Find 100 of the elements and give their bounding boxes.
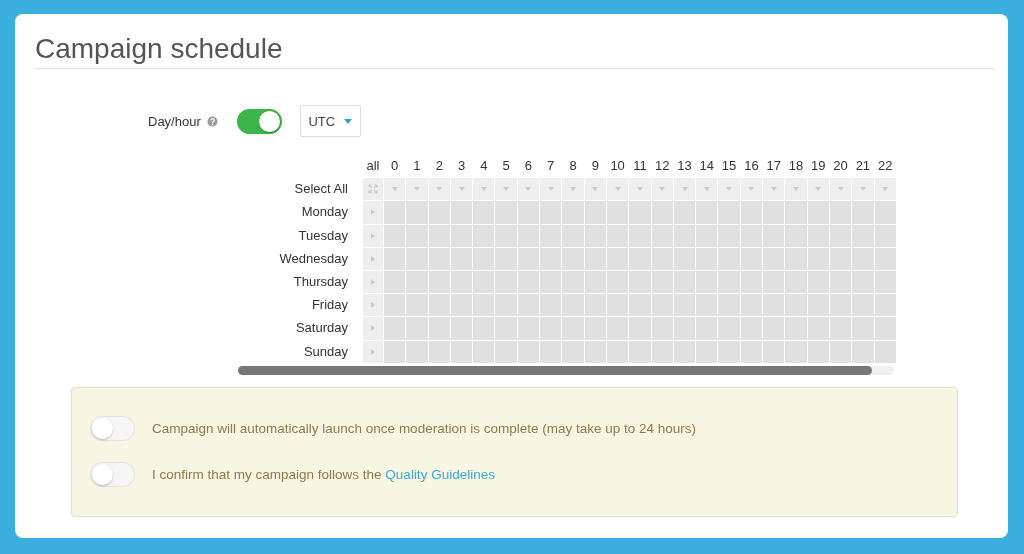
hour-cell[interactable]	[584, 247, 606, 270]
hour-cell[interactable]	[718, 317, 740, 340]
column-select-button[interactable]	[562, 178, 584, 201]
column-select-button[interactable]	[651, 178, 673, 201]
hour-cell[interactable]	[763, 247, 785, 270]
day-hour-toggle[interactable]	[236, 108, 282, 134]
hour-cell[interactable]	[384, 270, 406, 294]
hour-cell[interactable]	[651, 340, 673, 363]
help-icon[interactable]	[206, 115, 218, 127]
column-select-button[interactable]	[740, 178, 763, 201]
hour-cell[interactable]	[517, 224, 540, 247]
hour-cell[interactable]	[606, 294, 629, 317]
hour-cell[interactable]	[540, 340, 562, 363]
hour-cell[interactable]	[606, 340, 629, 363]
hour-cell[interactable]	[495, 247, 517, 270]
toggle-switch[interactable]	[90, 415, 135, 441]
hour-cell[interactable]	[651, 247, 673, 270]
column-select-button[interactable]	[852, 178, 874, 201]
hour-cell[interactable]	[718, 224, 740, 247]
hour-cell[interactable]	[495, 317, 517, 340]
hour-cell[interactable]	[829, 201, 852, 224]
hour-cell[interactable]	[406, 247, 428, 270]
hour-cell[interactable]	[450, 224, 473, 247]
hour-cell[interactable]	[651, 201, 673, 224]
column-select-button[interactable]	[785, 178, 807, 201]
hour-cell[interactable]	[807, 294, 829, 317]
hour-cell[interactable]	[673, 224, 696, 247]
hour-cell[interactable]	[629, 201, 651, 224]
hour-cell[interactable]	[562, 317, 584, 340]
hour-cell[interactable]	[852, 247, 874, 270]
hour-cell[interactable]	[829, 270, 852, 294]
hour-cell[interactable]	[562, 224, 584, 247]
hour-cell[interactable]	[562, 340, 584, 363]
hour-cell[interactable]	[450, 247, 473, 270]
hour-cell[interactable]	[584, 294, 606, 317]
column-select-button[interactable]	[829, 178, 852, 201]
column-select-button[interactable]	[384, 178, 406, 201]
hour-cell[interactable]	[829, 294, 852, 317]
hour-cell[interactable]	[696, 247, 718, 270]
hour-cell[interactable]	[406, 294, 428, 317]
hour-cell[interactable]	[651, 270, 673, 294]
hour-cell[interactable]	[540, 224, 562, 247]
hour-cell[interactable]	[450, 317, 473, 340]
hour-cell[interactable]	[540, 294, 562, 317]
hour-cell[interactable]	[740, 247, 763, 270]
hour-cell[interactable]	[428, 201, 450, 224]
hour-cell[interactable]	[384, 247, 406, 270]
hour-cell[interactable]	[584, 270, 606, 294]
hour-cell[interactable]	[673, 294, 696, 317]
hour-cell[interactable]	[785, 294, 807, 317]
hour-cell[interactable]	[852, 270, 874, 294]
hour-cell[interactable]	[740, 224, 763, 247]
hour-cell[interactable]	[829, 317, 852, 340]
hour-cell[interactable]	[874, 247, 896, 270]
row-select-button[interactable]	[363, 317, 383, 340]
hour-cell[interactable]	[606, 201, 629, 224]
column-select-button[interactable]	[874, 178, 896, 201]
timezone-dropdown[interactable]: UTC	[299, 105, 361, 137]
hour-cell[interactable]	[740, 317, 763, 340]
hour-cell[interactable]	[852, 201, 874, 224]
hour-cell[interactable]	[718, 270, 740, 294]
hour-cell[interactable]	[606, 247, 629, 270]
column-select-button[interactable]	[763, 178, 785, 201]
hour-cell[interactable]	[629, 340, 651, 363]
hour-cell[interactable]	[629, 224, 651, 247]
hour-cell[interactable]	[874, 224, 896, 247]
hour-cell[interactable]	[450, 201, 473, 224]
hour-cell[interactable]	[495, 294, 517, 317]
hour-cell[interactable]	[874, 270, 896, 294]
column-select-button[interactable]	[495, 178, 517, 201]
row-select-button[interactable]	[363, 270, 383, 294]
row-select-button[interactable]	[363, 247, 383, 270]
column-select-button[interactable]	[629, 178, 651, 201]
hour-cell[interactable]	[651, 224, 673, 247]
hour-cell[interactable]	[428, 270, 450, 294]
hour-cell[interactable]	[852, 294, 874, 317]
hour-cell[interactable]	[428, 247, 450, 270]
hour-cell[interactable]	[785, 247, 807, 270]
hour-cell[interactable]	[540, 270, 562, 294]
hour-cell[interactable]	[629, 317, 651, 340]
hour-cell[interactable]	[562, 201, 584, 224]
column-select-button[interactable]	[696, 178, 718, 201]
hour-cell[interactable]	[740, 201, 763, 224]
hour-cell[interactable]	[517, 294, 540, 317]
hour-cell[interactable]	[629, 247, 651, 270]
hour-cell[interactable]	[807, 201, 829, 224]
hour-cell[interactable]	[829, 247, 852, 270]
column-select-button[interactable]	[718, 178, 740, 201]
hour-cell[interactable]	[450, 294, 473, 317]
hour-cell[interactable]	[696, 340, 718, 363]
hour-cell[interactable]	[384, 201, 406, 224]
hour-cell[interactable]	[406, 201, 428, 224]
column-select-button[interactable]	[606, 178, 629, 201]
hour-cell[interactable]	[428, 317, 450, 340]
hour-cell[interactable]	[740, 294, 763, 317]
hour-cell[interactable]	[606, 224, 629, 247]
toggle-switch[interactable]	[90, 461, 135, 487]
hour-cell[interactable]	[651, 317, 673, 340]
hour-cell[interactable]	[696, 317, 718, 340]
hour-cell[interactable]	[807, 247, 829, 270]
